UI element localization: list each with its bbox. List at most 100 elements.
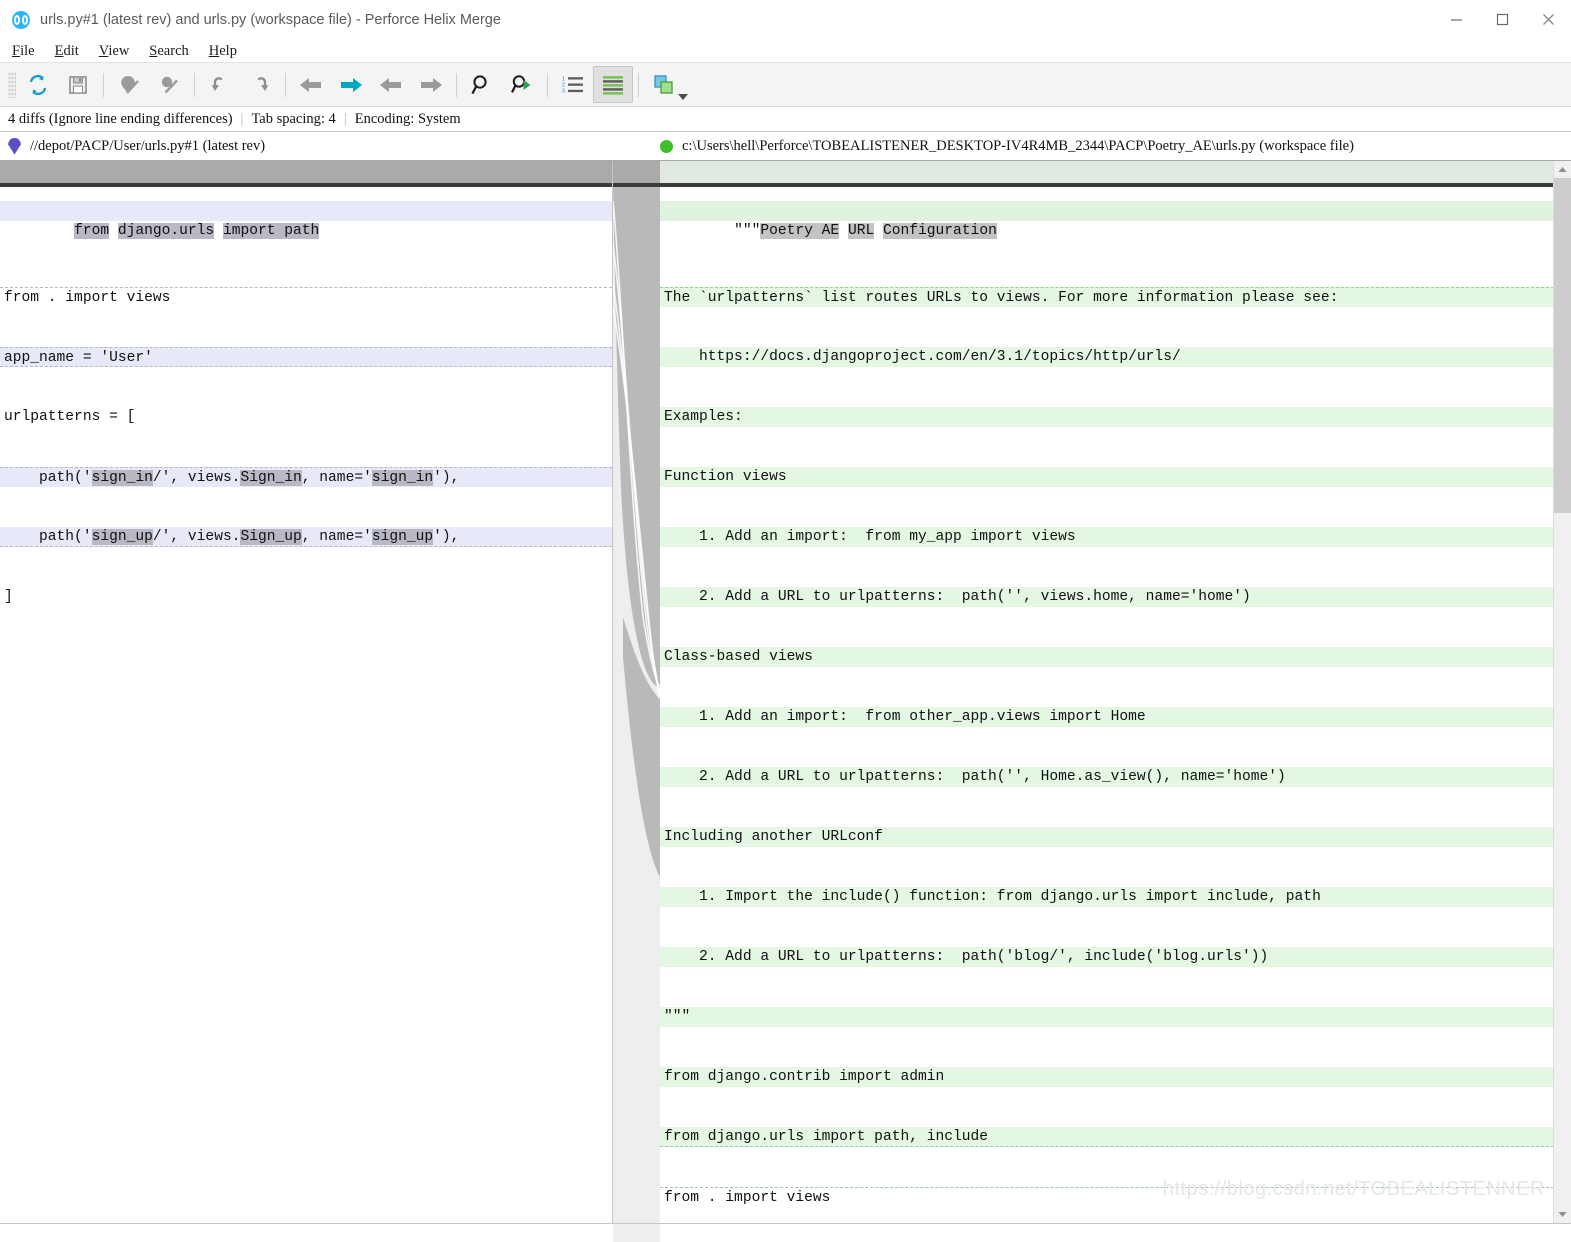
menu-edit-rest: dit — [63, 42, 79, 59]
menu-view-rest: iew — [108, 42, 130, 59]
right-line-9: 2. Add a URL to urlpatterns: path('', Ho… — [660, 767, 1554, 787]
left-line-4-b: /', views. — [152, 470, 241, 486]
maximize-button[interactable] — [1479, 0, 1525, 39]
right-line-11: 1. Import the include() function: from d… — [660, 887, 1554, 907]
find-icon[interactable] — [462, 66, 502, 103]
right-line-10: Including another URLconf — [660, 827, 1554, 847]
compare-mode-dropdown-caret[interactable] — [678, 94, 688, 100]
gutter-current-band — [613, 161, 660, 183]
toolbar: 1 2 3 — [0, 62, 1571, 107]
left-line-5: path('sign_up/', views.Sign_up, name='si… — [0, 527, 612, 547]
right-line-5: 1. Add an import: from my_app import vie… — [660, 527, 1554, 547]
menu-help-mnemonic: H — [208, 42, 220, 59]
right-line-15: from django.urls import path, include — [660, 1127, 1554, 1147]
left-file-path[interactable]: //depot/PACP/User/urls.py#1 (latest rev) — [8, 137, 266, 155]
toolbar-separator-2 — [194, 72, 195, 97]
title-bar: urls.py#1 (latest rev) and urls.py (work… — [0, 0, 1571, 40]
left-line-5-d: '), — [433, 529, 460, 545]
horizontal-scroll-thumb[interactable] — [613, 1224, 660, 1242]
menu-file-mnemonic: F — [12, 42, 21, 59]
right-diff-pane[interactable]: """Poetry AE URL Configuration The `urlp… — [660, 161, 1554, 1223]
status-info-bar: 4 diffs (Ignore line ending differences)… — [0, 107, 1571, 132]
left-line-5-a: path(' — [4, 529, 92, 545]
vertical-scrollbar[interactable] — [1553, 161, 1571, 1223]
left-header-line: from django.urls import path — [0, 161, 612, 239]
left-line-2: app_name = 'User' — [0, 347, 612, 367]
right-line-2: https://docs.djangoproject.com/en/3.1/to… — [660, 347, 1554, 367]
previous-diff-icon[interactable] — [291, 66, 331, 103]
left-line-5-b: /', views. — [152, 529, 241, 545]
right-line-blank — [660, 227, 1554, 247]
menu-edit[interactable]: Edit — [55, 43, 79, 60]
menu-search-rest: earch — [157, 42, 189, 59]
diff-count-label: 4 diffs (Ignore line ending differences) — [8, 110, 233, 127]
refresh-icon[interactable] — [18, 66, 58, 103]
left-line-5-h1: sign_up — [91, 529, 153, 545]
workspace-dot-icon — [660, 139, 673, 153]
save-icon[interactable] — [58, 66, 98, 103]
menu-file-rest: ile — [20, 42, 35, 59]
next-change-icon[interactable] — [411, 66, 451, 103]
left-file-path-text: //depot/PACP/User/urls.py#1 (latest rev) — [30, 137, 266, 154]
undo-icon[interactable] — [200, 66, 240, 103]
redo-icon[interactable] — [240, 66, 280, 103]
scroll-up-button[interactable] — [1554, 161, 1571, 178]
svg-text:3: 3 — [562, 88, 565, 94]
info-separator-1: | — [240, 110, 244, 127]
left-diff-pane[interactable]: from django.urls import path from . impo… — [0, 161, 613, 1223]
previous-diff-marker-icon[interactable] — [109, 66, 149, 103]
minimize-button[interactable] — [1433, 0, 1479, 39]
previous-change-icon[interactable] — [371, 66, 411, 103]
window-controls — [1433, 0, 1571, 39]
left-line-4: path('sign_in/', views.Sign_in, name='si… — [0, 467, 612, 487]
next-diff-marker-icon[interactable] — [149, 66, 189, 103]
diff-connector-gutter — [613, 161, 661, 1223]
toolbar-separator-3 — [285, 72, 286, 97]
menu-help[interactable]: Help — [209, 43, 237, 60]
toolbar-separator-1 — [103, 72, 104, 97]
menu-view[interactable]: View — [99, 43, 130, 60]
left-line-3: urlpatterns = [ — [4, 409, 136, 425]
menu-search[interactable]: Search — [149, 43, 188, 60]
toolbar-grip[interactable] — [8, 71, 16, 98]
left-line-5-h2: Sign_up — [240, 529, 302, 545]
info-separator-2: | — [343, 110, 347, 127]
file-path-bar: //depot/PACP/User/urls.py#1 (latest rev)… — [0, 132, 1571, 161]
left-line-blank — [0, 227, 612, 247]
show-diff-lines-icon[interactable] — [593, 66, 633, 103]
right-line-8: 1. Add an import: from other_app.views i… — [660, 707, 1554, 727]
menu-file[interactable]: File — [12, 43, 35, 60]
horizontal-scrollbar[interactable] — [0, 1223, 1571, 1242]
left-line-4-h2: Sign_in — [240, 470, 302, 486]
right-file-path[interactable]: c:\Users\hell\Perforce\TOBEALISTENER_DES… — [660, 138, 1354, 155]
left-line-4-h1: sign_in — [91, 470, 153, 486]
left-line-1: from . import views — [0, 287, 612, 307]
toolbar-separator-4 — [456, 72, 457, 97]
close-button[interactable] — [1525, 0, 1571, 39]
merge-panes: from django.urls import path from . impo… — [0, 161, 1571, 1223]
right-line-12: 2. Add a URL to urlpatterns: path('blog/… — [660, 947, 1554, 967]
depot-pin-icon — [8, 137, 21, 155]
toolbar-separator-5 — [547, 72, 548, 97]
right-line-1: The `urlpatterns` list routes URLs to vi… — [660, 287, 1554, 307]
find-next-icon[interactable] — [502, 66, 542, 103]
left-line-5-h3: sign_up — [371, 529, 434, 545]
encoding-label: Encoding: System — [354, 110, 461, 127]
right-line-3: Examples: — [660, 407, 1554, 427]
menu-bar: File Edit View Search Help — [0, 40, 1571, 62]
show-line-numbers-icon[interactable]: 1 2 3 — [553, 66, 593, 103]
right-line-4: Function views — [660, 467, 1554, 487]
left-line-4-h3: sign_in — [371, 470, 434, 486]
left-code-body: from . import views app_name = 'User' ur… — [0, 187, 612, 647]
menu-help-rest: elp — [219, 42, 237, 59]
left-line-4-d: '), — [433, 470, 460, 486]
right-line-6: 2. Add a URL to urlpatterns: path('', vi… — [660, 587, 1554, 607]
vertical-scroll-thumb[interactable] — [1554, 178, 1571, 513]
scroll-down-button[interactable] — [1554, 1206, 1571, 1223]
right-line-13: """ — [660, 1007, 1554, 1027]
left-line-6: ] — [4, 589, 13, 605]
right-line-7: Class-based views — [660, 647, 1554, 667]
left-line-5-c: , name=' — [301, 529, 372, 545]
menu-view-mnemonic: V — [98, 42, 109, 59]
next-diff-icon[interactable] — [331, 66, 371, 103]
